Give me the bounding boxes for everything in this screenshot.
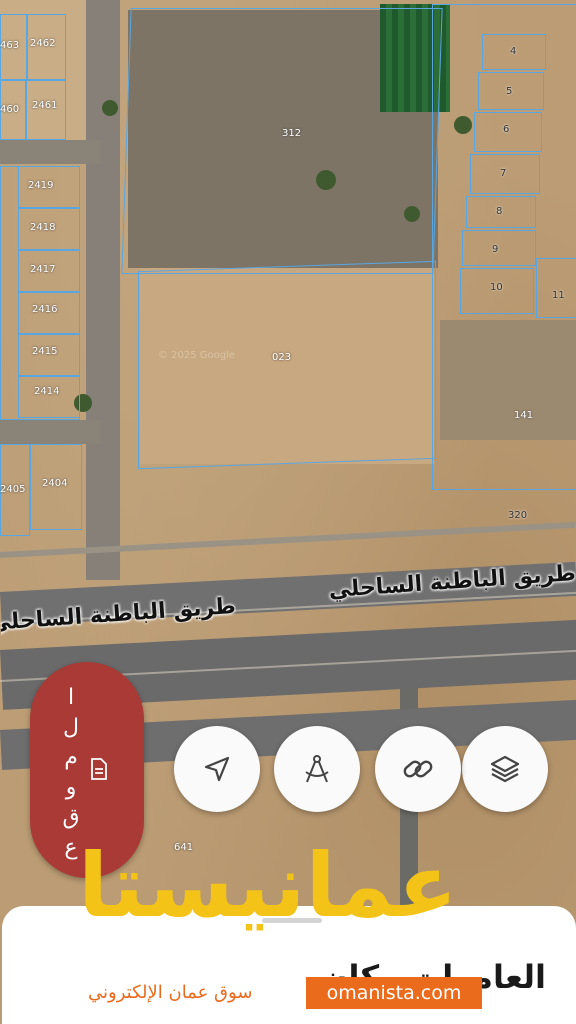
plot-label: 6 (503, 124, 510, 135)
side-tab-letter: ا (67, 685, 75, 710)
plot-label: 2417 (30, 264, 56, 275)
plot-label: 460 (0, 104, 20, 115)
brand-url-badge: omanista.com (306, 977, 482, 1009)
plot-label: 2461 (32, 100, 58, 111)
link-icon (403, 760, 433, 778)
plot-label: 2415 (32, 346, 58, 357)
navigation-arrow-icon (204, 756, 230, 782)
my-location-button[interactable] (174, 726, 260, 812)
side-tab-letter: ل (63, 715, 79, 740)
plot-label: 023 (272, 352, 292, 363)
plot-label: 4 (510, 46, 517, 57)
plot-label: 8 (496, 206, 503, 217)
plot-label: 141 (514, 410, 534, 421)
side-tab-letter: م (64, 745, 78, 770)
side-tab-letter: ق (62, 805, 80, 830)
layers-button[interactable] (462, 726, 548, 812)
brand-tagline: سوق عمان الإلكتروني (88, 982, 253, 1003)
plot-label: 10 (490, 282, 503, 293)
plot-label: 2414 (34, 386, 60, 397)
plot-label: 320 (508, 510, 528, 521)
plot-label: 463 (0, 40, 20, 51)
side-tab-letter: و (65, 775, 77, 800)
plot-boundary-312[interactable] (121, 8, 443, 274)
map-watermark: © 2025 Google (158, 350, 236, 361)
plot-label: 11 (552, 290, 565, 301)
plot-label: 5 (506, 86, 513, 97)
brand-logo: عمانيستا (78, 834, 460, 937)
plot-label: 2462 (30, 38, 56, 49)
layers-icon (490, 755, 520, 783)
plot-label: 312 (282, 128, 302, 139)
compass-icon (305, 755, 329, 783)
plot-label: 2405 (0, 484, 26, 495)
document-icon (91, 758, 107, 780)
measure-button[interactable] (274, 726, 360, 812)
plot-label: 2404 (42, 478, 68, 489)
plot-label: 2419 (28, 180, 54, 191)
plot-label: 2416 (32, 304, 58, 315)
plot-boundary-023[interactable] (138, 260, 436, 470)
plot-label: 2418 (30, 222, 56, 233)
share-link-button[interactable] (375, 726, 461, 812)
plot-label: 9 (492, 244, 499, 255)
plot-label: 7 (500, 168, 507, 179)
